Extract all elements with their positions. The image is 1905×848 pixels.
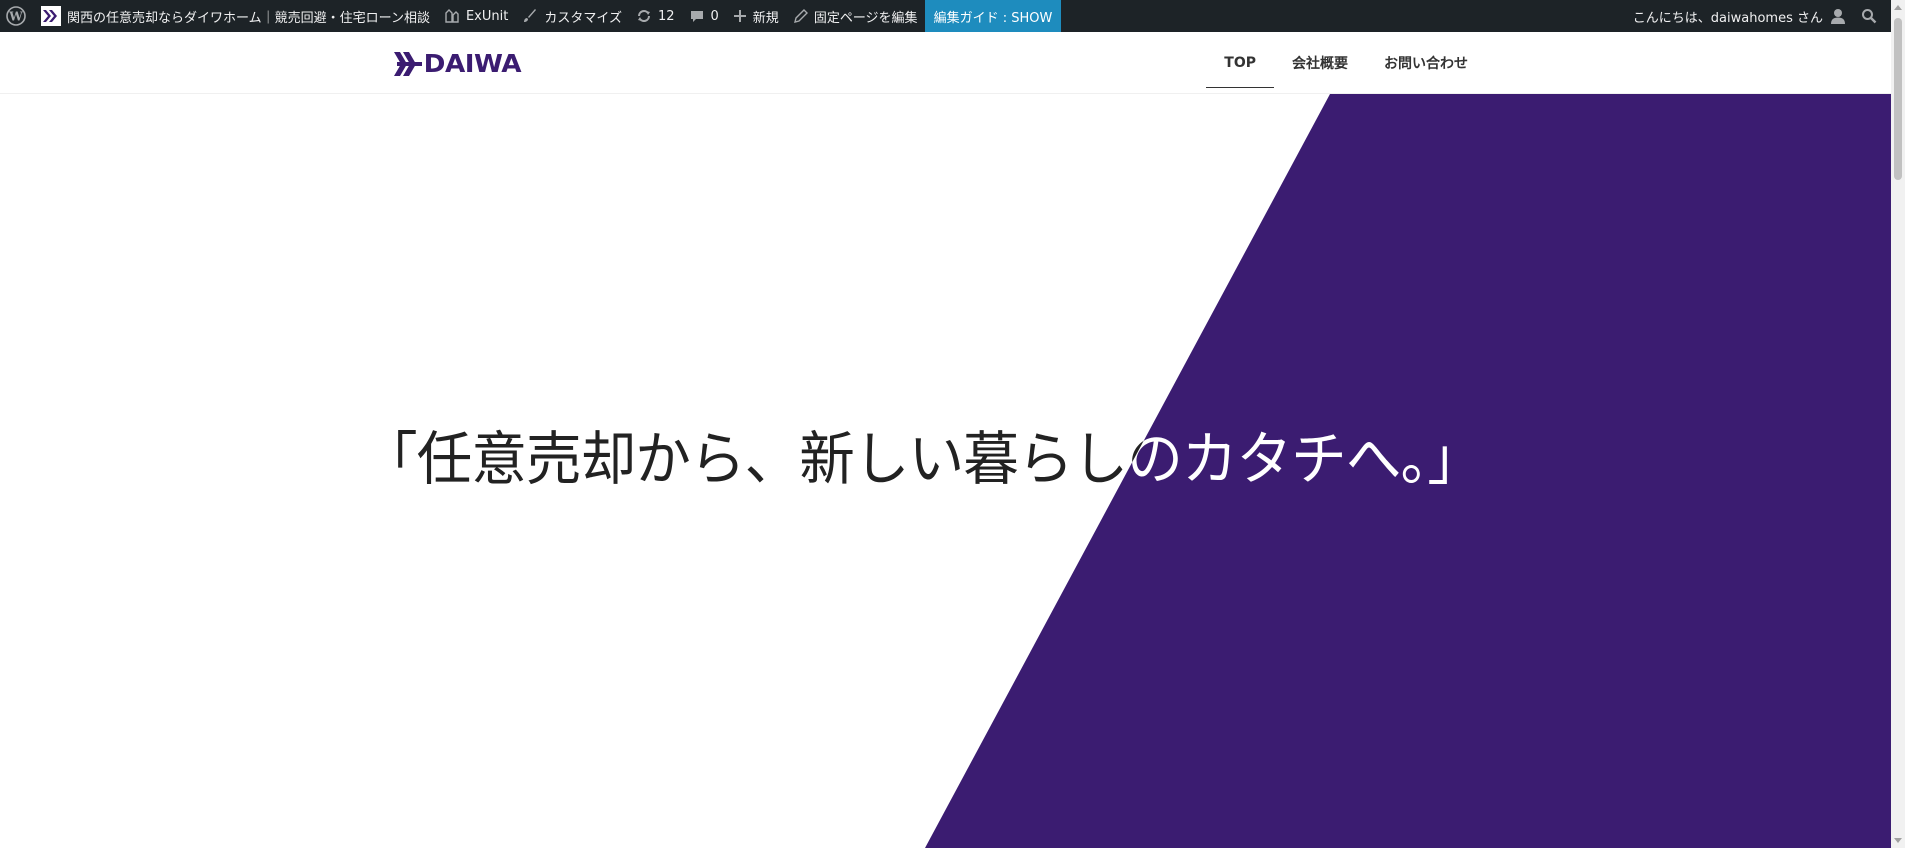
search-icon	[1862, 9, 1877, 24]
site-name-label: 関西の任意売却ならダイワホーム｜競売回避・住宅ローン相談	[67, 10, 430, 26]
nav-item-label: TOP	[1224, 55, 1256, 71]
logo-chevrons-icon	[394, 51, 422, 76]
edit-guide-button[interactable]: 編集ガイド : SHOW	[924, 0, 1062, 32]
site-name-menu[interactable]: 関西の任意売却ならダイワホーム｜競売回避・住宅ローン相談	[34, 0, 437, 32]
nav-item-top[interactable]: TOP	[1206, 32, 1274, 94]
nav-item-company[interactable]: 会社概要	[1274, 32, 1366, 94]
admin-bar-right: こんにちは、daiwahomes さん	[1626, 0, 1891, 32]
scroll-down-icon[interactable]	[1894, 838, 1902, 843]
new-content-menu[interactable]: 新規	[726, 0, 786, 32]
edit-guide-label: 編集ガイド : SHOW	[933, 10, 1053, 26]
global-nav: TOP 会社概要 お問い合わせ	[1206, 32, 1486, 94]
svg-text:W: W	[8, 10, 23, 24]
new-label: 新規	[752, 10, 779, 26]
scroll-up-icon[interactable]	[1894, 5, 1902, 10]
greeting-label: こんにちは、daiwahomes さん	[1632, 10, 1823, 26]
hero-diagonal-background: 「任意売却から、新しい暮らしのカタチへ。」 「任意売却から、新しい暮らしのカタチ…	[362, 94, 1891, 848]
admin-bar-left: W 関西の任意売却ならダイワホーム｜競売回避・住宅ローン相談 ExUnit カス…	[0, 0, 1062, 32]
exunit-label: ExUnit	[465, 8, 509, 24]
brush-icon	[524, 9, 537, 22]
site-header: DAIWA TOP 会社概要 お問い合わせ	[0, 32, 1891, 94]
wordpress-menu[interactable]: W	[0, 0, 34, 32]
site-icon	[41, 6, 61, 26]
edit-page-label: 固定ページを編集	[813, 10, 918, 26]
exunit-menu[interactable]: ExUnit	[437, 0, 515, 32]
logo-text: DAIWA	[423, 49, 522, 78]
user-icon	[1831, 9, 1845, 24]
plus-icon	[733, 10, 746, 22]
updates-menu[interactable]: 12	[629, 0, 682, 32]
admin-search-button[interactable]	[1854, 0, 1891, 32]
updates-count: 12	[657, 8, 675, 24]
comment-icon	[690, 11, 703, 22]
scroll-thumb[interactable]	[1894, 18, 1902, 180]
wordpress-logo-icon: W	[6, 6, 26, 26]
site-logo[interactable]: DAIWA	[393, 49, 522, 78]
nav-item-label: お問い合わせ	[1384, 56, 1468, 72]
my-account-menu[interactable]: こんにちは、daiwahomes さん	[1626, 0, 1854, 32]
nav-item-label: 会社概要	[1292, 56, 1348, 72]
page-scrollbar[interactable]	[1891, 0, 1905, 848]
edit-page-menu[interactable]: 固定ページを編集	[786, 0, 925, 32]
hero-section: 「任意売却から、新しい暮らしのカタチへ。」 「任意売却から、新しい暮らしのカタチ…	[0, 94, 1891, 848]
customize-label: カスタマイズ	[544, 10, 622, 26]
exunit-icon	[445, 9, 459, 23]
customize-menu[interactable]: カスタマイズ	[515, 0, 629, 32]
comments-menu[interactable]: 0	[682, 0, 726, 32]
admin-bar: W 関西の任意売却ならダイワホーム｜競売回避・住宅ローン相談 ExUnit カス…	[0, 0, 1891, 32]
pencil-icon	[793, 8, 808, 23]
comments-count: 0	[710, 8, 719, 24]
updates-icon	[637, 10, 650, 22]
nav-item-contact[interactable]: お問い合わせ	[1366, 32, 1486, 94]
